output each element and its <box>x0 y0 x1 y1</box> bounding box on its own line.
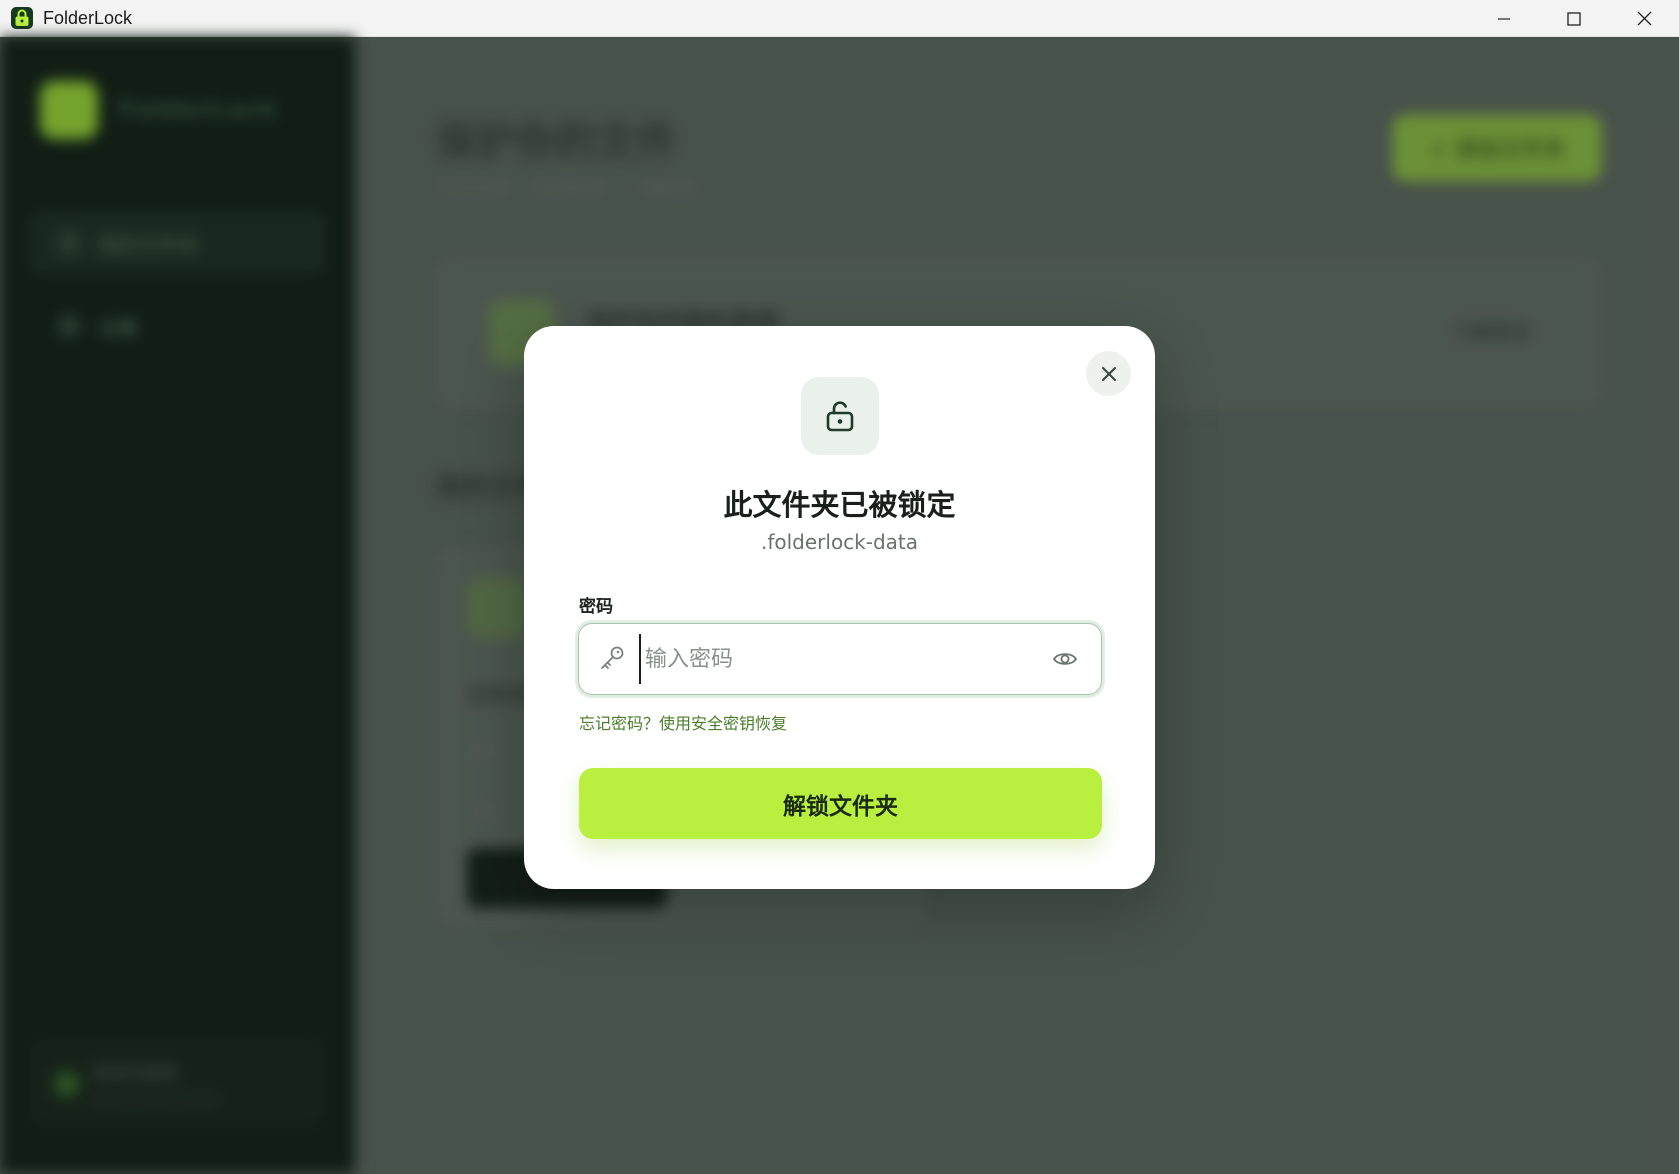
minimize-button[interactable] <box>1469 0 1539 37</box>
unlock-folder-button[interactable]: 解锁文件夹 <box>579 768 1102 839</box>
maximize-button[interactable] <box>1539 0 1609 37</box>
maximize-icon <box>1567 11 1581 26</box>
password-field <box>578 623 1102 695</box>
window-title: FolderLock <box>43 7 133 28</box>
lock-badge <box>801 377 879 455</box>
password-label: 密码 <box>579 597 613 617</box>
unlock-dialog: 此文件夹已被锁定 .folderlock-data 密码 忘记密码？使用安全密钥… <box>524 326 1155 889</box>
window-controls <box>1469 0 1679 37</box>
key-icon <box>601 646 624 669</box>
close-icon <box>1101 366 1116 381</box>
forgot-password-link[interactable]: 忘记密码？使用安全密钥恢复 <box>579 710 787 734</box>
dialog-title: 此文件夹已被锁定 <box>723 488 956 522</box>
window-close-icon <box>1637 11 1651 26</box>
window-close-button[interactable] <box>1609 0 1679 37</box>
folder-name: .folderlock-data <box>760 530 919 554</box>
eye-icon <box>1052 653 1078 665</box>
minimize-icon <box>1498 17 1510 20</box>
app-lock-icon <box>11 7 33 29</box>
close-button[interactable] <box>1086 351 1131 396</box>
unlock-icon <box>826 401 854 432</box>
password-input[interactable] <box>639 634 1039 684</box>
toggle-visibility-button[interactable] <box>1050 644 1080 674</box>
window-titlebar: FolderLock <box>0 0 1679 37</box>
